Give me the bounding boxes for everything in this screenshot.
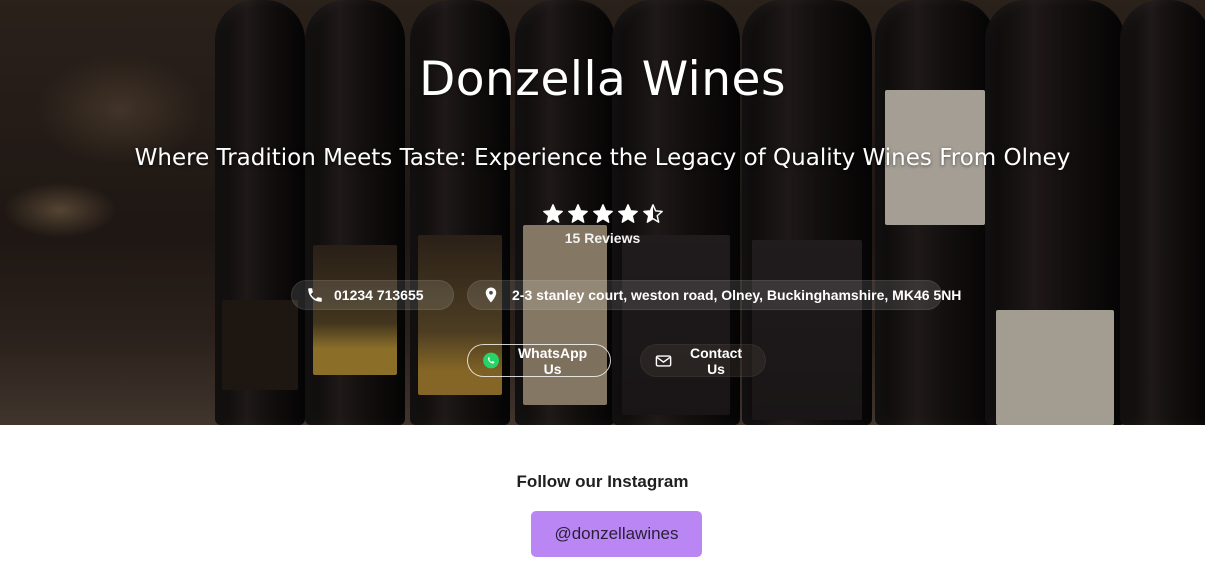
star-full-icon [542,204,563,223]
phone-icon [308,288,322,302]
mail-icon [655,354,672,367]
phone-number: 01234 713655 [334,287,424,303]
whatsapp-button[interactable]: WhatsApp Us [467,344,611,377]
star-full-icon [567,204,588,223]
star-full-icon [617,204,638,223]
star-full-icon [592,204,613,223]
hero-banner: Donzella Wines Where Tradition Meets Tas… [0,0,1205,425]
address-text: 2-3 stanley court, weston road, Olney, B… [512,287,962,303]
business-name: Donzella Wines [419,52,786,107]
whatsapp-label: WhatsApp Us [517,344,588,377]
instagram-handle-button[interactable]: @donzellawines [531,511,702,557]
stars-row [542,203,664,225]
reviews-count: 15 Reviews [564,230,641,246]
phone-pill[interactable]: 01234 713655 [291,280,454,310]
tagline: Where Tradition Meets Taste: Experience … [134,145,1071,171]
star-half-icon [642,204,663,223]
address-pill[interactable]: 2-3 stanley court, weston road, Olney, B… [467,280,961,310]
contact-label: Contact Us [689,344,743,377]
whatsapp-icon [483,352,500,369]
hero-content: Donzella Wines Where Tradition Meets Tas… [0,0,1205,425]
star-rating [0,203,1205,230]
location-pin-icon [485,287,497,303]
instagram-heading: Follow our Instagram [516,472,689,491]
contact-button[interactable]: Contact Us [640,344,766,377]
